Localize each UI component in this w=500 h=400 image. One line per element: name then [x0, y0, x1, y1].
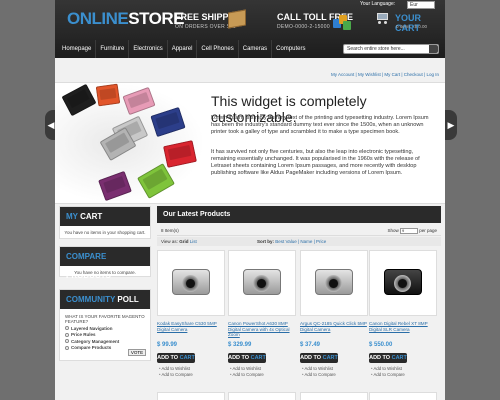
nav-item-homepage[interactable]: Homepage — [58, 40, 97, 58]
per-page-label: per page — [419, 228, 437, 233]
vote-button[interactable]: VOTE — [128, 349, 146, 356]
add-to-compare-link[interactable]: Add to Compare — [159, 372, 193, 377]
nav-item-furniture[interactable]: Furniture — [96, 40, 130, 58]
product-card: Canon PowerShot A630 8MP Digital Camera … — [228, 250, 296, 400]
header-cart-summary: 0 items - $ 0.00 — [396, 24, 428, 29]
add-to-wishlist-link[interactable]: Add to Wishlist — [371, 366, 402, 371]
product-image[interactable] — [228, 250, 296, 316]
nav-item-computers[interactable]: Computers — [272, 40, 309, 58]
nav-item-electronics[interactable]: Electronics — [129, 40, 168, 58]
add-to-cart-button[interactable]: ADD TO CART — [369, 353, 407, 363]
page: ONLINESTORE FREE SHIPPING ON ORDERS OVER… — [55, 0, 445, 400]
language-label: Your Language: — [360, 1, 396, 7]
product-price: $ 37.49 — [300, 342, 321, 348]
compare-block: COMPARE PRODUCTS You have no items to co… — [59, 246, 151, 280]
add-to-wishlist-link[interactable]: Add to Wishlist — [230, 366, 261, 371]
product-name-link[interactable]: Canon Digital Rebel XT 8MP Digital SLR C… — [369, 321, 437, 332]
add-to-cart-button[interactable]: ADD TO CART — [300, 353, 338, 363]
poll-block: COMMUNITY POLL WHAT IS YOUR FAVORITE MAG… — [59, 289, 151, 361]
product-card-next-row — [369, 392, 437, 400]
sort-by-label: Sort by: — [257, 239, 275, 244]
add-to-cart-button[interactable]: ADD TO CART — [157, 353, 195, 363]
add-to-compare-link[interactable]: Add to Compare — [302, 372, 336, 377]
store-logo[interactable]: ONLINESTORE — [67, 9, 184, 29]
latest-products-heading: Our Latest Products — [157, 206, 441, 223]
product-card-next-row — [157, 392, 225, 400]
product-card: Kodak EasyShare C530 5MP Digital Camera … — [157, 250, 225, 400]
per-page-select[interactable]: 9 — [399, 227, 418, 234]
view-list-link[interactable]: List — [190, 239, 197, 244]
language-select[interactable]: Eur — [407, 1, 435, 9]
search-placeholder: Search entire store here... — [347, 46, 405, 52]
logo-part-online: ONLINE — [67, 9, 129, 28]
product-image[interactable] — [369, 250, 437, 316]
search-input[interactable]: Search entire store here... — [343, 44, 439, 54]
poll-question: WHAT IS YOUR FAVORITE MAGENTO FEATURE? — [65, 314, 145, 324]
product-name-link[interactable]: Argus QC-2185 Quick Click 5MP Digital Ca… — [300, 321, 368, 332]
radio-icon[interactable] — [65, 326, 69, 330]
banner-paragraph-2: It has survived not only five centuries,… — [211, 149, 420, 176]
shipping-box-icon — [228, 9, 246, 29]
my-cart-empty-text: You have no items in your shopping cart. — [64, 230, 146, 235]
product-name-link[interactable]: Kodak EasyShare C530 5MP Digital Camera — [157, 321, 225, 332]
compare-heading: COMPARE PRODUCTS — [60, 247, 150, 280]
view-grid: Grid — [179, 239, 189, 244]
product-card-next-row — [300, 392, 368, 400]
add-to-compare-link[interactable]: Add to Compare — [230, 372, 264, 377]
show-label: Show — [387, 228, 399, 233]
poll-option[interactable]: Layered Navigation — [65, 326, 145, 331]
nav-item-cameras[interactable]: Cameras — [239, 40, 273, 58]
main-nav: Homepage Furniture Electronics Apparel C… — [55, 40, 309, 58]
nav-item-cell-phones[interactable]: Cell Phones — [197, 40, 239, 58]
product-price: $ 329.99 — [228, 342, 252, 348]
product-image[interactable] — [157, 250, 225, 316]
poll-heading: COMMUNITY POLL — [60, 290, 150, 309]
sorter-toolbar: View as: Grid List Sort by: Best Value |… — [157, 237, 441, 246]
add-to-cart-button[interactable]: ADD TO CART — [228, 353, 266, 363]
product-card: Argus QC-2185 Quick Click 5MP Digital Ca… — [300, 250, 368, 400]
view-as-label: View as: — [161, 239, 178, 244]
add-to-wishlist-link[interactable]: Add to Wishlist — [159, 366, 190, 371]
search-button[interactable] — [429, 45, 438, 53]
poll-option[interactable]: Price Rules — [65, 332, 145, 337]
banner-paragraph-1: Lorem Ipsum is simply dummy text of the … — [211, 115, 429, 135]
add-to-compare-link[interactable]: Add to Compare — [371, 372, 405, 377]
product-price: $ 99.99 — [157, 342, 178, 348]
radio-icon[interactable] — [65, 345, 69, 350]
cart-icon[interactable] — [375, 12, 389, 24]
radio-icon[interactable] — [65, 339, 69, 343]
product-name-link[interactable]: Canon PowerShot A630 8MP Digital Camera … — [228, 321, 296, 338]
header: ONLINESTORE FREE SHIPPING ON ORDERS OVER… — [55, 0, 445, 58]
nav-item-apparel[interactable]: Apparel — [168, 40, 198, 58]
add-to-wishlist-link[interactable]: Add to Wishlist — [302, 366, 333, 371]
product-image[interactable] — [300, 250, 368, 316]
pager-toolbar: 8 Item(s) Show 9 per page — [157, 225, 441, 236]
laptops-image — [55, 83, 205, 203]
product-card-next-row — [228, 392, 296, 400]
my-cart-heading: MY CART — [60, 207, 150, 226]
sort-options[interactable]: Best Value | Name | Price — [275, 239, 326, 244]
my-cart-block: MY CART You have no items in your shoppi… — [59, 206, 151, 239]
banner-widget: This widget is completely customizable. … — [55, 82, 445, 204]
slider-next-arrow[interactable]: ▶ — [445, 110, 457, 140]
poll-option[interactable]: Category Management — [65, 339, 145, 344]
shopping-bags-icon — [333, 13, 351, 31]
header-cart-title[interactable]: YOUR CART — [395, 13, 445, 33]
product-card: Canon Digital Rebel XT 8MP Digital SLR C… — [369, 250, 437, 400]
product-price: $ 550.00 — [369, 342, 393, 348]
account-links[interactable]: My Account | My Wishlist | My Cart | Che… — [331, 72, 439, 77]
radio-icon[interactable] — [65, 332, 69, 337]
items-count: 8 Item(s) — [161, 228, 179, 233]
